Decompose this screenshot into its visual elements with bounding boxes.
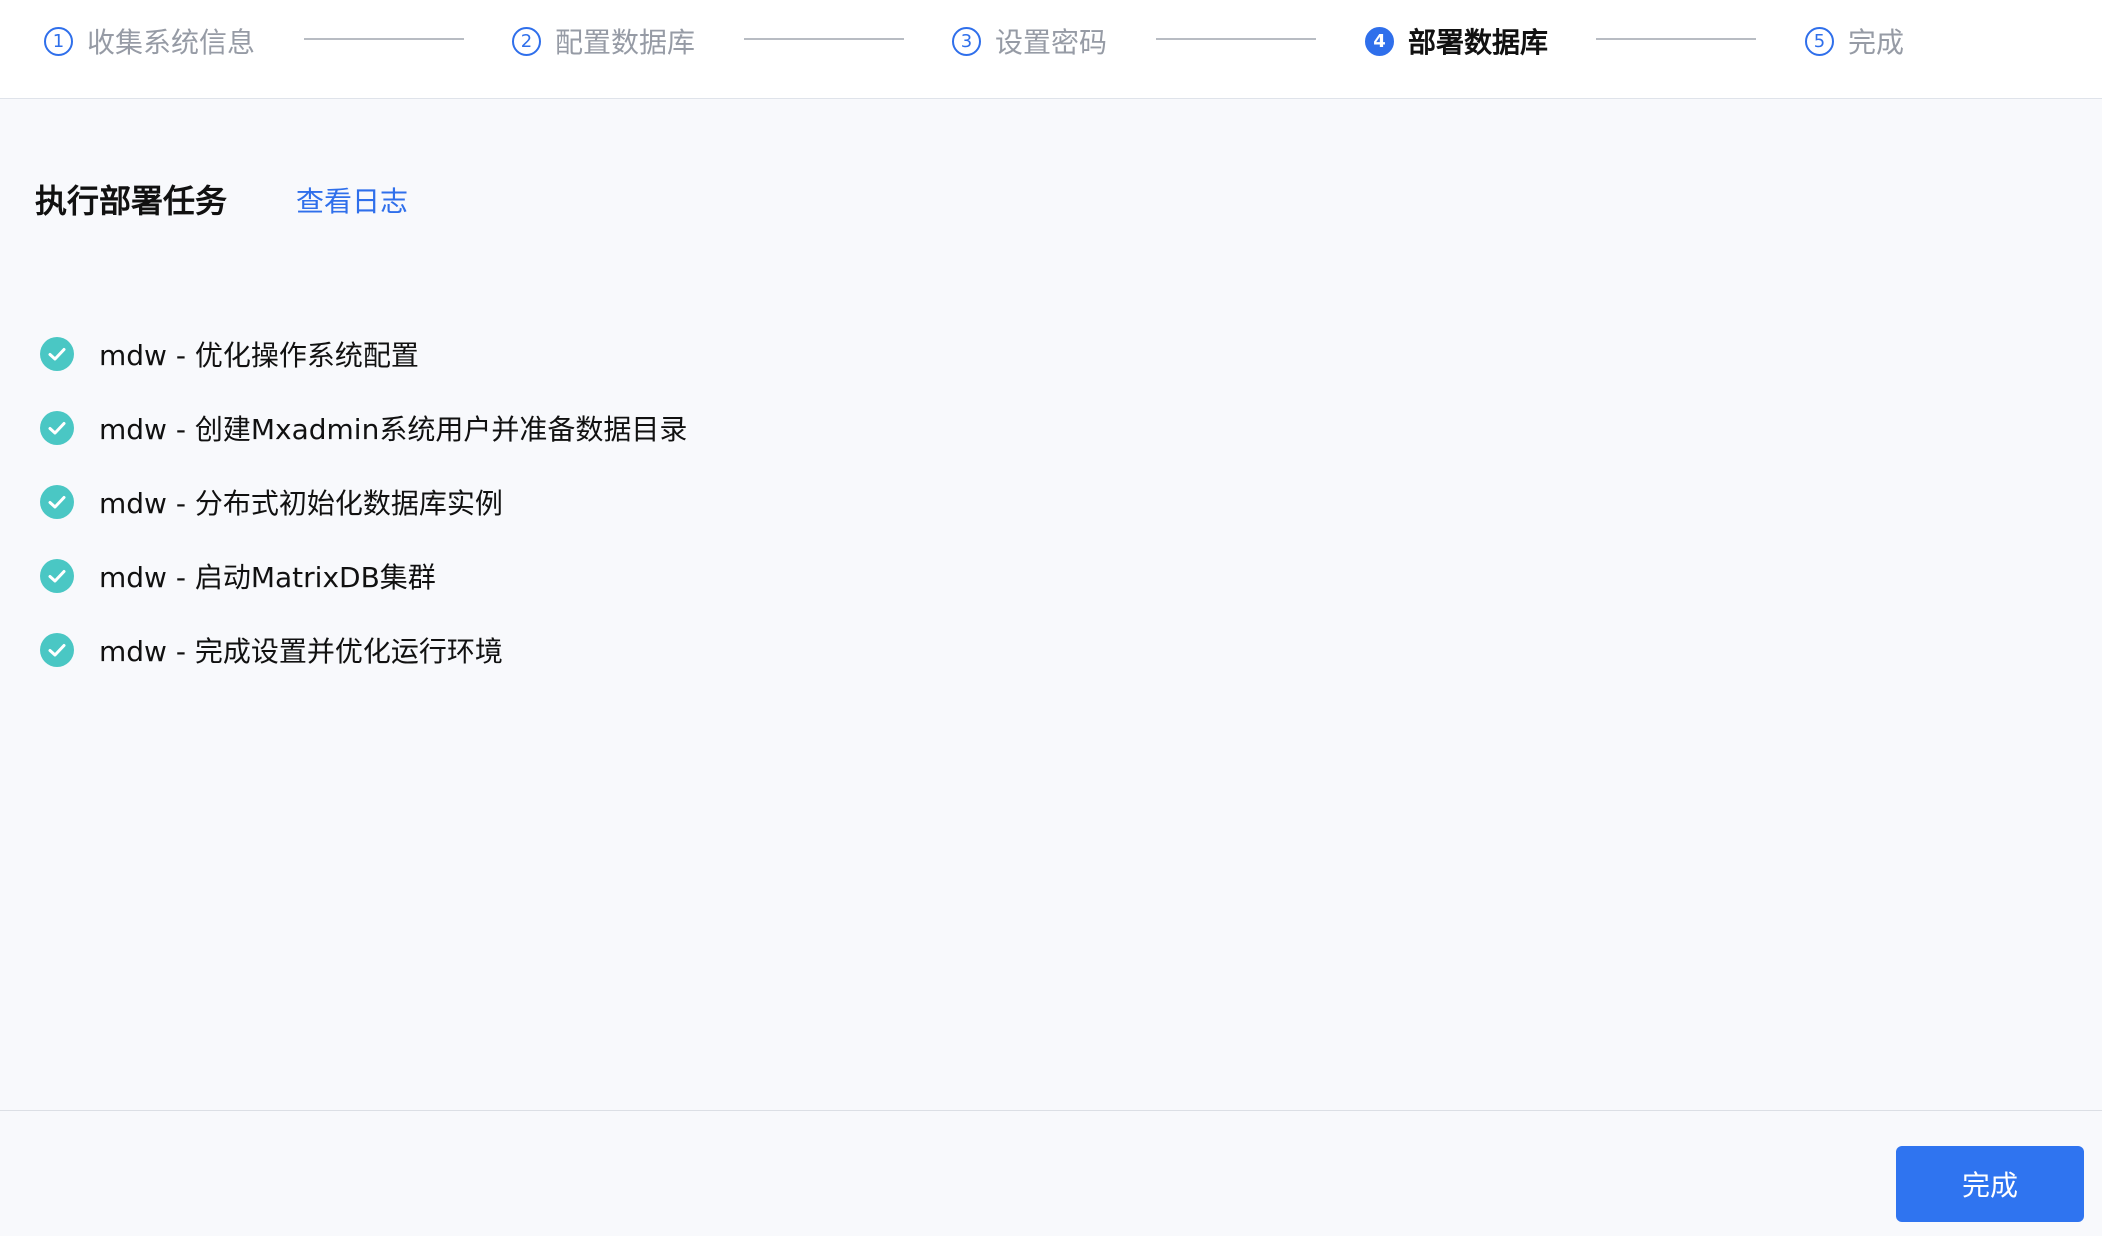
setup-stepper: 1 收集系统信息 2 配置数据库 3 设置密码 4 部署数据库 5 完成 [0, 0, 2102, 99]
step-configure-db[interactable]: 2 配置数据库 [512, 21, 695, 61]
step-label: 部署数据库 [1408, 26, 1549, 59]
step-label: 配置数据库 [555, 26, 696, 59]
task-item: mdw - 优化操作系统配置 [40, 334, 419, 374]
check-circle-icon [40, 411, 74, 445]
step-number: 3 [952, 26, 981, 56]
step-connector [1156, 38, 1316, 40]
task-label: mdw - 优化操作系统配置 [99, 339, 419, 372]
task-item: mdw - 完成设置并优化运行环境 [40, 630, 503, 670]
task-item: mdw - 分布式初始化数据库实例 [40, 482, 503, 522]
check-circle-icon [40, 559, 74, 593]
step-connector [304, 38, 464, 40]
step-number: 1 [44, 26, 73, 56]
check-circle-icon [40, 633, 74, 667]
finish-button[interactable]: 完成 [1896, 1146, 2084, 1222]
task-label: mdw - 完成设置并优化运行环境 [99, 635, 503, 668]
step-connector [1596, 38, 1756, 40]
step-deploy-db[interactable]: 4 部署数据库 [1365, 21, 1548, 61]
step-label: 完成 [1848, 26, 1905, 59]
check-circle-icon [40, 337, 74, 371]
check-circle-icon [40, 485, 74, 519]
task-item: mdw - 创建Mxadmin系统用户并准备数据目录 [40, 408, 687, 448]
step-number: 2 [512, 26, 541, 56]
task-label: mdw - 创建Mxadmin系统用户并准备数据目录 [99, 413, 688, 446]
step-collect-info[interactable]: 1 收集系统信息 [44, 21, 255, 61]
step-label: 收集系统信息 [87, 26, 256, 59]
step-connector [744, 38, 904, 40]
task-label: mdw - 分布式初始化数据库实例 [99, 487, 503, 520]
footer-divider [0, 1110, 2102, 1111]
step-number: 5 [1805, 26, 1834, 56]
step-label: 设置密码 [995, 26, 1108, 59]
step-finish[interactable]: 5 完成 [1805, 21, 1904, 61]
view-log-link[interactable]: 查看日志 [296, 180, 408, 220]
deploy-page: 1 收集系统信息 2 配置数据库 3 设置密码 4 部署数据库 5 完成 执行部… [0, 0, 2102, 1236]
step-number: 4 [1365, 26, 1394, 56]
task-label: mdw - 启动MatrixDB集群 [99, 561, 436, 594]
step-set-password[interactable]: 3 设置密码 [952, 21, 1107, 61]
task-item: mdw - 启动MatrixDB集群 [40, 556, 436, 596]
section-title: 执行部署任务 [35, 182, 228, 220]
